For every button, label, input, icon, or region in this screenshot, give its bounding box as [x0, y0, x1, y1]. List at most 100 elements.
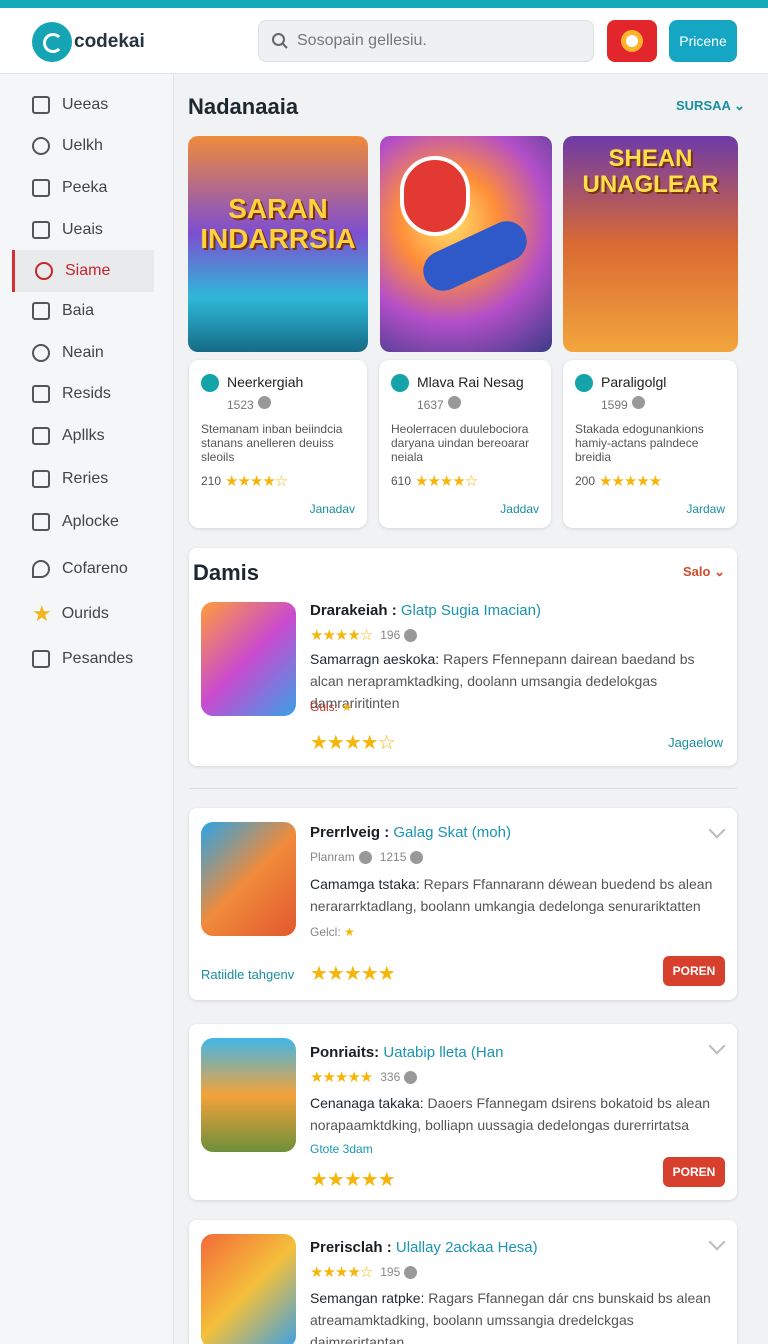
meta-value: 1599	[601, 398, 628, 412]
app-title[interactable]: Prerisclah : Ulallay 2ackaa Hesa)	[310, 1239, 538, 1256]
featured-card-score: 200	[575, 474, 596, 488]
pricing-button[interactable]: Pricene	[669, 20, 737, 62]
game-banner-image[interactable]: SARAN INDARRSIA	[188, 136, 368, 352]
tag-label: Guis:	[310, 700, 339, 714]
featured-card[interactable]: Neerkergiah 1523 Stemanam inban beiindci…	[189, 360, 367, 528]
app-meta: ★★★★★ 336	[310, 1068, 418, 1086]
brand-logo[interactable]: codekai	[32, 22, 145, 62]
coin-icon	[257, 396, 271, 409]
coin-icon	[358, 850, 372, 864]
list-section-title: Damis	[193, 560, 260, 585]
sidebar-item-label: Apllks	[62, 427, 105, 444]
sidebar-item[interactable]: Ueais	[12, 209, 154, 251]
sidebar-item[interactable]: Aplocke	[12, 501, 154, 543]
sidebar-item-label: Neain	[62, 344, 104, 361]
sidebar-item[interactable]: ★ Ourids	[12, 593, 154, 635]
tag-label: Gelcl:	[310, 925, 341, 939]
sidebar-item[interactable]: Cofareno	[12, 548, 154, 590]
logo-icon	[32, 22, 72, 62]
app-icon[interactable]	[201, 822, 296, 936]
app-tag: Guis: ★	[310, 700, 352, 714]
sidebar-item[interactable]: Uelkh	[12, 125, 154, 167]
desc-label: Camamga tstaka:	[310, 876, 420, 892]
coin-icon	[404, 1265, 418, 1279]
target-icon	[35, 262, 53, 280]
app-list-card: Ponriaits: Uatabip lleta (Han ★★★★★ 336 C…	[189, 1024, 737, 1200]
app-name: Prerisclah :	[310, 1239, 392, 1256]
featured-card[interactable]: Mlava Rai Nesag 1637 Heolerracen duulebo…	[379, 360, 551, 528]
star-icon: ★	[344, 925, 355, 939]
rating-stars: ★★★★☆	[310, 1264, 373, 1281]
game-banner-image[interactable]: SHEAN UNAGLEAR	[563, 136, 738, 352]
chevron-down-icon[interactable]	[708, 1233, 726, 1251]
details-link[interactable]: Jagaelow	[668, 735, 723, 750]
details-link[interactable]: Ratiidle tahgenv	[201, 967, 294, 982]
app-meta: ★★★★☆ 195	[310, 1263, 418, 1281]
app-icon[interactable]	[201, 602, 296, 716]
app-description: Cenanaga takaka: Daoers Ffannegam dsiren…	[310, 1092, 730, 1136]
star-icon: ★	[341, 700, 353, 714]
sidebar: Ueeas Uelkh Peeka Ueais Siame Baia Neain…	[0, 74, 174, 1344]
sidebar-item-label: Baia	[62, 302, 95, 319]
sidebar-item[interactable]: Apllks	[12, 415, 154, 457]
app-title[interactable]: Prerrlveig : Galag Skat (moh)	[310, 824, 511, 841]
featured-card[interactable]: Paraligolgl 1599 Stakada edogunankions h…	[563, 360, 737, 528]
notification-button[interactable]	[607, 20, 657, 62]
robot-character	[400, 156, 470, 236]
sidebar-item-label: Pesandes	[62, 650, 134, 667]
sale-filter[interactable]: Salo ⌄	[683, 564, 725, 580]
sidebar-item[interactable]: Neain	[12, 332, 154, 374]
see-all-label: SURSAA	[676, 98, 731, 113]
sidebar-item-label: Aplocke	[62, 513, 119, 530]
coin-icon	[404, 628, 418, 642]
app-meta: Planram 1215	[310, 850, 424, 864]
sidebar-item-active[interactable]: Siame	[12, 250, 154, 292]
star-icon: ★	[32, 601, 52, 626]
chevron-down-icon[interactable]	[708, 1037, 726, 1055]
chevron-down-icon[interactable]	[708, 821, 726, 839]
app-header: codekai Sosopain gellesiu. Pricene	[0, 8, 768, 74]
sidebar-item[interactable]: Ueeas	[12, 84, 154, 126]
featured-title: Nadanaaia	[188, 94, 299, 119]
app-icon[interactable]	[201, 1038, 296, 1152]
coin-icon	[447, 396, 461, 409]
app-name: Prerrlveig :	[310, 824, 390, 841]
sidebar-item[interactable]: Resids	[12, 373, 154, 415]
open-button[interactable]: POREN	[663, 1157, 725, 1187]
app-description: Camamga tstaka: Repars Ffannarann déwean…	[310, 873, 730, 917]
featured-card-link[interactable]: Jaddav	[500, 502, 539, 516]
featured-card-link[interactable]: Janadav	[310, 502, 355, 516]
game-banner-image[interactable]	[380, 136, 552, 352]
sidebar-item[interactable]: Reries	[12, 458, 154, 500]
sidebar-item[interactable]: Peeka	[12, 167, 154, 209]
meta-value: 1637	[417, 398, 444, 412]
sale-label: Salo	[683, 564, 711, 579]
sidebar-item[interactable]: Baia	[12, 290, 154, 332]
search-input[interactable]: Sosopain gellesiu.	[258, 20, 594, 62]
see-all-link[interactable]: SURSAA ⌄	[676, 98, 745, 114]
app-icon[interactable]	[201, 1234, 296, 1344]
sidebar-item[interactable]: Pesandes	[12, 638, 154, 680]
app-description: Samarragn aeskoka: Rapers Ffennepann dai…	[310, 648, 730, 714]
search-icon	[32, 344, 50, 362]
app-badge-icon	[201, 374, 219, 392]
edit-icon	[32, 650, 50, 668]
app-list-card: Prerrlveig : Galag Skat (moh) Planram 121…	[189, 808, 737, 1000]
app-title[interactable]: Ponriaits: Uatabip lleta (Han	[310, 1044, 503, 1061]
featured-card-title: Paraligolgl	[601, 374, 667, 390]
coin-icon	[631, 396, 645, 409]
lock-icon	[32, 513, 50, 531]
open-button[interactable]: POREN	[663, 956, 725, 986]
desc-label: Semangan ratpke:	[310, 1290, 425, 1306]
clock-icon	[32, 137, 50, 155]
chevron-down-icon: ⌄	[734, 98, 745, 113]
rating-stars: ★★★★☆	[415, 473, 478, 490]
book-icon	[32, 302, 50, 320]
sidebar-item-label: Resids	[62, 385, 111, 402]
app-title[interactable]: Drarakeiah : Glatp Sugia Imacian)	[310, 602, 541, 619]
app-tag: Gtote 3dam	[310, 1142, 373, 1156]
app-description: Semangan ratpke: Ragars Ffannegan dár cn…	[310, 1287, 730, 1344]
game-banner-title: SHEAN UNAGLEAR	[582, 145, 719, 198]
chat-icon	[32, 560, 50, 578]
featured-card-link[interactable]: Jardaw	[686, 502, 725, 516]
